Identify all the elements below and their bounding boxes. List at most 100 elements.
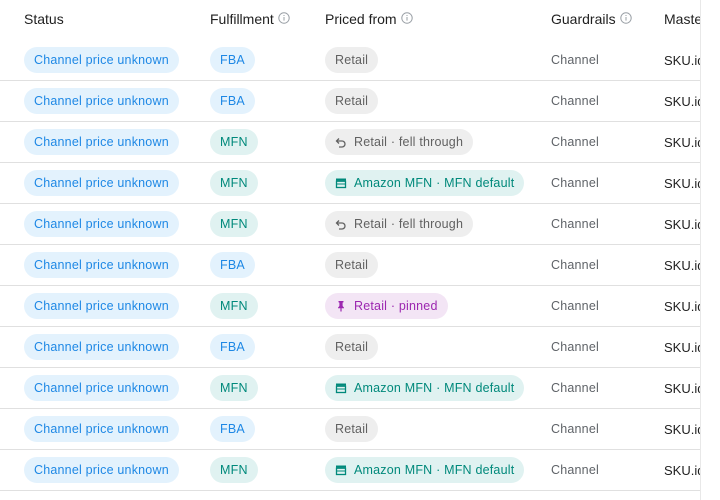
header-status[interactable]: Status xyxy=(24,0,64,39)
guardrails-cell: Channel xyxy=(551,340,599,354)
status-cell: Channel price unknown xyxy=(24,163,179,203)
fulfillment-cell: MFN xyxy=(210,122,258,162)
status-cell: Channel price unknown xyxy=(24,286,179,326)
master-sku-cell: SKU.id xyxy=(664,175,700,191)
status-badge: Channel price unknown xyxy=(24,252,179,278)
priced-from-badge: Amazon MFN · MFN default xyxy=(325,457,525,483)
status-cell: Channel price unknown xyxy=(24,40,179,80)
status-badge: Channel price unknown xyxy=(24,416,179,442)
priced-from-badge: Retail xyxy=(325,252,379,278)
fulfillment-badge: FBA xyxy=(210,416,255,442)
master-sku-cell: SKU.id xyxy=(664,462,700,478)
status-cell: Channel price unknown xyxy=(24,204,179,244)
priced-from-cell: Amazon MFN · MFN default xyxy=(325,163,525,203)
priced-from-badge: Retail xyxy=(325,416,379,442)
priced-from-label: Retail xyxy=(335,422,369,436)
header-guardrails[interactable]: Guardrails xyxy=(551,0,632,39)
priced-from-label: Amazon MFN · MFN default xyxy=(354,463,515,477)
storefront-icon xyxy=(335,465,347,476)
horizontal-scrollbar[interactable] xyxy=(0,492,700,500)
priced-from-cell: Retail · fell through xyxy=(325,122,474,162)
header-fulfillment[interactable]: Fulfillment xyxy=(210,0,290,39)
fulfillment-badge: MFN xyxy=(210,211,258,237)
fulfillment-badge: FBA xyxy=(210,88,255,114)
table-row[interactable]: Channel price unknown FBA Retail Channel SKU… xyxy=(0,40,700,81)
guardrails-cell: Channel xyxy=(551,422,599,436)
fulfillment-badge: MFN xyxy=(210,129,258,155)
fulfillment-cell: FBA xyxy=(210,327,255,367)
priced-from-badge: Amazon MFN · MFN default xyxy=(325,375,525,401)
header-master-label: Maste xyxy=(664,11,700,27)
fulfillment-badge: FBA xyxy=(210,47,255,73)
header-priced-from[interactable]: Priced from xyxy=(325,0,413,39)
priced-from-badge: Amazon MFN · MFN default xyxy=(325,170,525,196)
priced-from-label: Retail · pinned xyxy=(354,299,438,313)
priced-from-cell: Retail · pinned xyxy=(325,286,448,326)
undo-icon xyxy=(335,220,346,230)
fulfillment-cell: FBA xyxy=(210,245,255,285)
priced-from-label: Retail xyxy=(335,340,369,354)
fulfillment-cell: MFN xyxy=(210,204,258,244)
priced-from-cell: Retail xyxy=(325,40,379,80)
status-badge: Channel price unknown xyxy=(24,211,179,237)
master-sku-cell: SKU.id xyxy=(664,216,700,232)
priced-from-badge: Retail xyxy=(325,334,379,360)
priced-from-cell: Retail xyxy=(325,409,379,449)
table-row[interactable]: Channel price unknown MFN Amazon MFN · MFN… xyxy=(0,368,700,409)
table-row[interactable]: Channel price unknown FBA Retail Channel SKU… xyxy=(0,409,700,450)
fulfillment-cell: FBA xyxy=(210,409,255,449)
priced-from-badge: Retail xyxy=(325,88,379,114)
status-badge: Channel price unknown xyxy=(24,47,179,73)
status-badge: Channel price unknown xyxy=(24,334,179,360)
priced-from-label: Retail xyxy=(335,258,369,272)
guardrails-cell: Channel xyxy=(551,135,599,149)
priced-from-label: Retail xyxy=(335,53,369,67)
table-row[interactable]: Channel price unknown FBA Retail Channel SKU… xyxy=(0,245,700,286)
table-row[interactable]: Channel price unknown FBA Retail Channel SKU… xyxy=(0,327,700,368)
status-badge: Channel price unknown xyxy=(24,129,179,155)
fulfillment-badge: MFN xyxy=(210,293,258,319)
push-pin-icon xyxy=(338,301,344,312)
priced-from-badge: Retail · fell through xyxy=(325,211,474,237)
fulfillment-cell: FBA xyxy=(210,81,255,121)
guardrails-cell: Channel xyxy=(551,258,599,272)
info-icon[interactable] xyxy=(400,0,413,39)
priced-from-label: Amazon MFN · MFN default xyxy=(354,381,515,395)
fulfillment-badge: MFN xyxy=(210,170,258,196)
header-priced-from-label: Priced from xyxy=(325,11,397,27)
master-sku-cell: SKU.id xyxy=(664,52,700,68)
fulfillment-cell: MFN xyxy=(210,368,258,408)
guardrails-cell: Channel xyxy=(551,53,599,67)
priced-from-cell: Amazon MFN · MFN default xyxy=(325,450,525,490)
master-sku-cell: SKU.id xyxy=(664,257,700,273)
guardrails-cell: Channel xyxy=(551,299,599,313)
table-row[interactable]: Channel price unknown MFN Retail · fell th… xyxy=(0,204,700,245)
priced-from-label: Amazon MFN · MFN default xyxy=(354,176,515,190)
table-row[interactable]: Channel price unknown MFN Amazon MFN · MFN… xyxy=(0,163,700,204)
info-icon[interactable] xyxy=(619,0,632,39)
status-cell: Channel price unknown xyxy=(24,450,179,490)
priced-from-cell: Retail xyxy=(325,245,379,285)
guardrails-cell: Channel xyxy=(551,463,599,477)
priced-from-badge: Retail · fell through xyxy=(325,129,474,155)
table-row[interactable]: Channel price unknown MFN Retail · fell th… xyxy=(0,122,700,163)
table-row[interactable]: Channel price unknown MFN Amazon MFN · MFN… xyxy=(0,450,700,491)
table-row[interactable]: Channel price unknown MFN Retail · pinned C… xyxy=(0,286,700,327)
status-cell: Channel price unknown xyxy=(24,409,179,449)
priced-from-cell: Amazon MFN · MFN default xyxy=(325,368,525,408)
info-icon[interactable] xyxy=(278,0,290,39)
priced-from-label: Retail xyxy=(335,94,369,108)
master-sku-cell: SKU.id xyxy=(664,339,700,355)
table-row[interactable]: Channel price unknown FBA Retail Channel SKU… xyxy=(0,81,700,122)
fulfillment-cell: MFN xyxy=(210,163,258,203)
guardrails-cell: Channel xyxy=(551,381,599,395)
status-badge: Channel price unknown xyxy=(24,293,179,319)
header-master[interactable]: Maste xyxy=(664,0,700,39)
fulfillment-cell: MFN xyxy=(210,286,258,326)
status-cell: Channel price unknown xyxy=(24,327,179,367)
guardrails-cell: Channel xyxy=(551,94,599,108)
status-badge: Channel price unknown xyxy=(24,457,179,483)
priced-from-label: Retail · fell through xyxy=(354,217,464,231)
vertical-scrollbar[interactable] xyxy=(700,0,720,500)
guardrails-cell: Channel xyxy=(551,176,599,190)
